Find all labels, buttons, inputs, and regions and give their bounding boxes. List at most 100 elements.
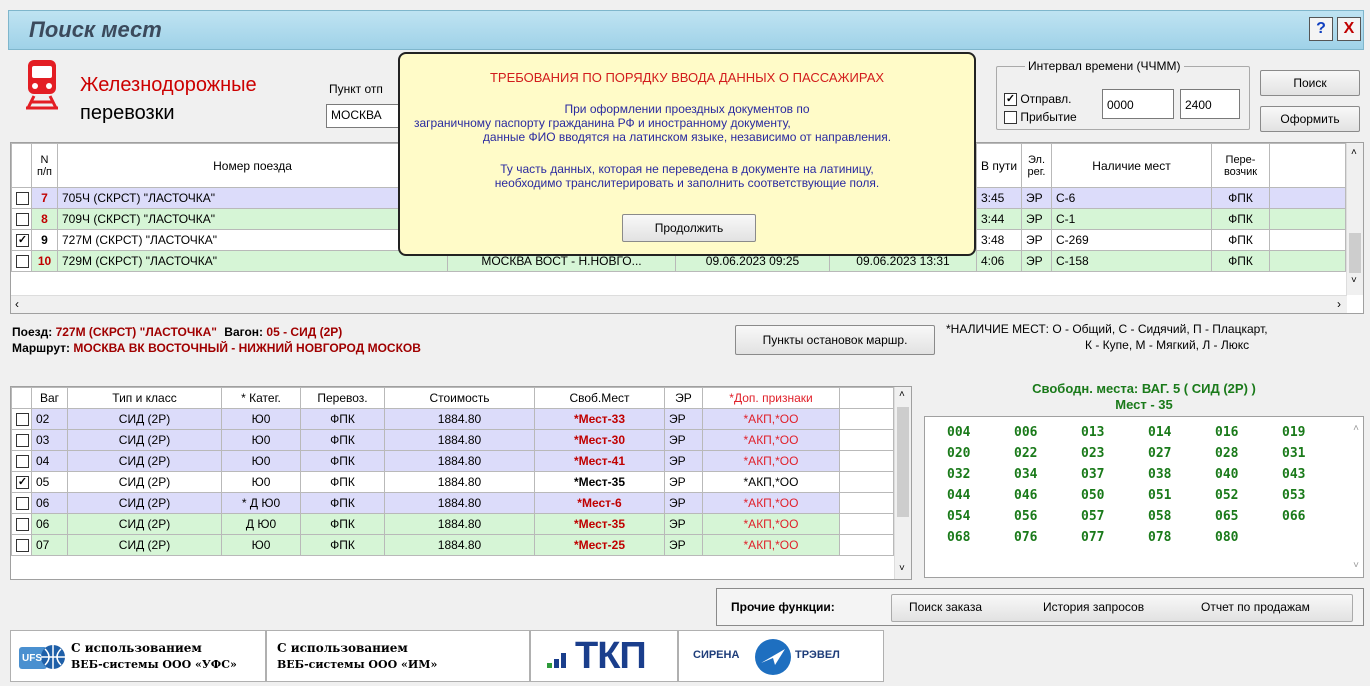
search-button[interactable]: Поиск bbox=[1260, 70, 1360, 96]
interval-label: Интервал времени (ЧЧММ) bbox=[1025, 59, 1184, 73]
scroll-right-icon[interactable]: › bbox=[1337, 297, 1341, 311]
seat-number[interactable]: 043 bbox=[1282, 467, 1305, 482]
scroll-thumb[interactable] bbox=[897, 407, 909, 517]
car-row[interactable]: 02 СИД (2Р) Ю0 ФПК 1884.80 *Мест-33 ЭР *… bbox=[11, 408, 894, 430]
seat-number[interactable]: 027 bbox=[1148, 446, 1171, 461]
scroll-left-icon[interactable]: ‹ bbox=[15, 297, 19, 311]
order-search-button[interactable]: Поиск заказа bbox=[909, 600, 982, 614]
scroll-down-icon[interactable]: ˅ bbox=[1351, 275, 1357, 286]
seat-number[interactable]: 046 bbox=[1014, 488, 1037, 503]
seat-number[interactable]: 006 bbox=[1014, 425, 1037, 440]
cars-vscroll[interactable]: ˄ ˅ bbox=[894, 387, 911, 579]
th-num: N п/п bbox=[31, 143, 58, 188]
seat-number[interactable]: 032 bbox=[947, 467, 970, 482]
seat-number[interactable]: 051 bbox=[1148, 488, 1171, 503]
th-el: Эл. рег. bbox=[1021, 143, 1052, 188]
scroll-up-icon[interactable]: ˄ bbox=[1351, 147, 1357, 158]
seat-number[interactable]: 057 bbox=[1081, 509, 1104, 524]
car-row[interactable]: 07 СИД (2Р) Ю0 ФПК 1884.80 *Мест-25 ЭР *… bbox=[11, 534, 894, 556]
row-checkbox[interactable] bbox=[16, 255, 29, 269]
car-er: ЭР bbox=[664, 450, 703, 472]
ufs-partner: UFS С использованием ВЕБ-системы ООО «УФ… bbox=[10, 630, 266, 682]
car-extra: *АКП,*ОО bbox=[702, 492, 840, 514]
seat-number[interactable]: 040 bbox=[1215, 467, 1238, 482]
train-seats: С-269 bbox=[1051, 229, 1212, 251]
scroll-down-icon[interactable]: ˅ bbox=[1353, 560, 1359, 571]
seat-number[interactable]: 078 bbox=[1148, 530, 1171, 545]
depart-checkbox[interactable]: ✓ Отправл. bbox=[1004, 92, 1071, 107]
ufs-text-1: С использованием bbox=[71, 641, 202, 655]
seat-number[interactable]: 050 bbox=[1081, 488, 1104, 503]
seat-number[interactable]: 020 bbox=[947, 446, 970, 461]
seat-number[interactable]: 068 bbox=[947, 530, 970, 545]
time-to-input[interactable]: 2400 bbox=[1180, 89, 1240, 119]
row-checkbox[interactable] bbox=[16, 518, 29, 532]
help-button[interactable]: ? bbox=[1309, 17, 1333, 41]
seat-number[interactable]: 038 bbox=[1148, 467, 1171, 482]
seat-number[interactable]: 077 bbox=[1081, 530, 1104, 545]
th-carrier: Перевоз. bbox=[300, 387, 385, 409]
close-button[interactable]: X bbox=[1337, 17, 1361, 41]
scroll-up-icon[interactable]: ˄ bbox=[1353, 423, 1359, 434]
trains-vscroll[interactable]: ˄ ˅ bbox=[1346, 143, 1363, 295]
row-checkbox[interactable] bbox=[16, 455, 29, 469]
row-checkbox[interactable]: ✓ bbox=[16, 234, 29, 248]
seat-number[interactable]: 031 bbox=[1282, 446, 1305, 461]
seat-number[interactable]: 065 bbox=[1215, 509, 1238, 524]
car-row[interactable]: 03 СИД (2Р) Ю0 ФПК 1884.80 *Мест-30 ЭР *… bbox=[11, 429, 894, 451]
scroll-thumb[interactable] bbox=[1349, 233, 1361, 273]
car-row-selected[interactable]: ✓ 05 СИД (2Р) Ю0 ФПК 1884.80 *Мест-35 ЭР… bbox=[11, 471, 894, 493]
seat-number[interactable]: 014 bbox=[1148, 425, 1171, 440]
seat-number[interactable]: 037 bbox=[1081, 467, 1104, 482]
seat-number[interactable]: 053 bbox=[1282, 488, 1305, 503]
car-row[interactable]: 04 СИД (2Р) Ю0 ФПК 1884.80 *Мест-41 ЭР *… bbox=[11, 450, 894, 472]
depart-check[interactable]: ✓ bbox=[1004, 93, 1017, 107]
seat-number[interactable]: 080 bbox=[1215, 530, 1238, 545]
row-checkbox[interactable] bbox=[16, 497, 29, 511]
scroll-up-icon[interactable]: ˄ bbox=[899, 389, 905, 400]
scroll-down-icon[interactable]: ˅ bbox=[899, 563, 905, 574]
seat-number[interactable]: 076 bbox=[1014, 530, 1037, 545]
seat-number[interactable]: 022 bbox=[1014, 446, 1037, 461]
row-checkbox[interactable] bbox=[16, 213, 29, 227]
sirena-text: СИРЕНА bbox=[693, 649, 740, 661]
seat-number[interactable]: 004 bbox=[947, 425, 970, 440]
car-row[interactable]: 06 СИД (2Р) * Д Ю0 ФПК 1884.80 *Мест-6 Э… bbox=[11, 492, 894, 514]
from-input[interactable]: МОСКВА bbox=[326, 104, 406, 128]
seat-number[interactable]: 013 bbox=[1081, 425, 1104, 440]
seat-number[interactable]: 016 bbox=[1215, 425, 1238, 440]
car-num: 07 bbox=[31, 534, 68, 556]
arrive-check[interactable] bbox=[1004, 111, 1017, 125]
sales-report-button[interactable]: Отчет по продажам bbox=[1201, 600, 1310, 614]
row-checkbox[interactable]: ✓ bbox=[16, 476, 29, 490]
row-checkbox[interactable] bbox=[16, 192, 29, 206]
dialog-paragraph-2: Ту часть данных, которая не переведена в… bbox=[494, 162, 880, 190]
seat-number[interactable]: 052 bbox=[1215, 488, 1238, 503]
seat-number[interactable]: 056 bbox=[1014, 509, 1037, 524]
th-price: Стоимость bbox=[384, 387, 535, 409]
time-from-input[interactable]: 0000 bbox=[1102, 89, 1174, 119]
trains-hscroll[interactable]: ‹ › bbox=[11, 295, 1347, 313]
row-checkbox[interactable] bbox=[16, 539, 29, 553]
seat-number[interactable]: 028 bbox=[1215, 446, 1238, 461]
car-type: СИД (2Р) bbox=[67, 471, 222, 493]
car-free: *Мест-35 bbox=[534, 513, 665, 535]
history-button[interactable]: История запросов bbox=[1043, 600, 1144, 614]
issue-button[interactable]: Оформить bbox=[1260, 106, 1360, 132]
arrive-checkbox[interactable]: Прибытие bbox=[1004, 110, 1077, 125]
row-checkbox[interactable] bbox=[16, 434, 29, 448]
seat-number[interactable]: 034 bbox=[1014, 467, 1037, 482]
car-row[interactable]: 06 СИД (2Р) Д Ю0 ФПК 1884.80 *Мест-35 ЭР… bbox=[11, 513, 894, 535]
seat-number[interactable]: 058 bbox=[1148, 509, 1171, 524]
seat-number[interactable]: 066 bbox=[1282, 509, 1305, 524]
route-stops-button[interactable]: Пункты остановок маршр. bbox=[735, 325, 935, 355]
seat-number[interactable]: 054 bbox=[947, 509, 970, 524]
train-travel: 3:44 bbox=[976, 208, 1022, 230]
train-name: 727М (СКРСТ) "ЛАСТОЧКА" bbox=[57, 229, 448, 251]
seat-number[interactable]: 019 bbox=[1282, 425, 1305, 440]
continue-button[interactable]: Продолжить bbox=[622, 214, 756, 242]
seat-number[interactable]: 044 bbox=[947, 488, 970, 503]
row-checkbox[interactable] bbox=[16, 413, 29, 427]
seat-number[interactable]: 023 bbox=[1081, 446, 1104, 461]
car-num: 02 bbox=[31, 408, 68, 430]
